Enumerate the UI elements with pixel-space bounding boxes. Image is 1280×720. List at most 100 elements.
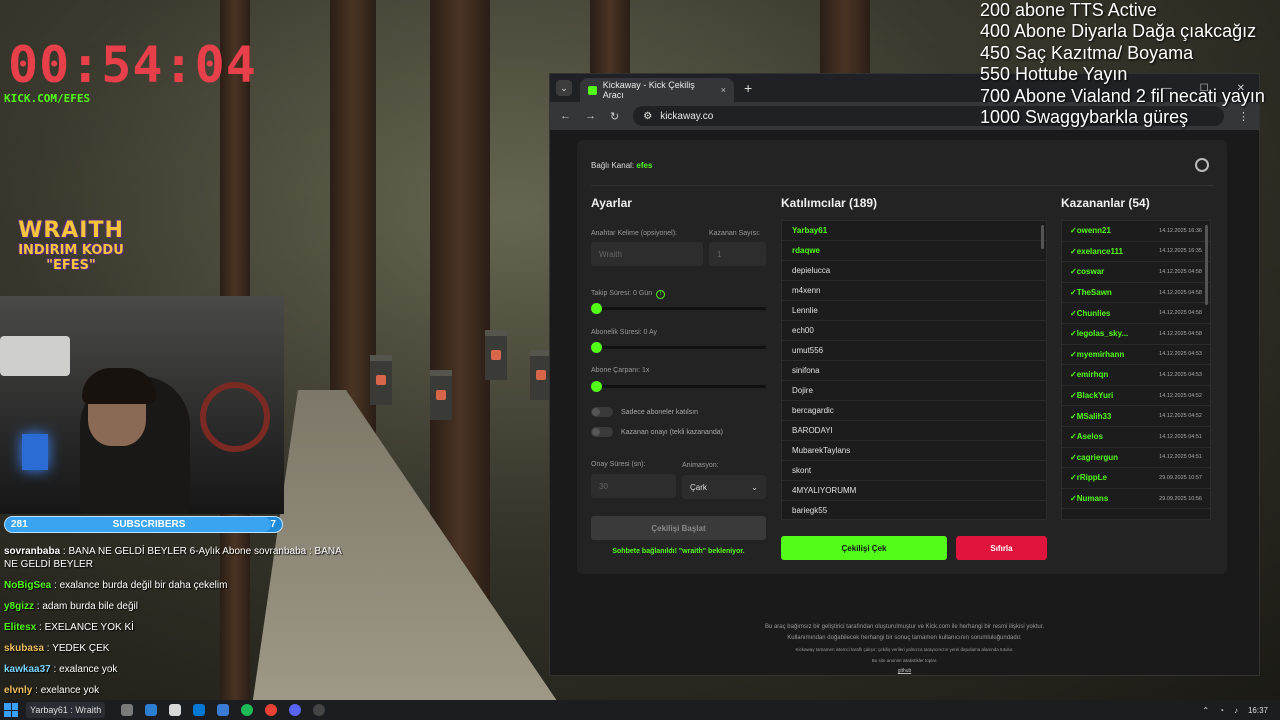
participant-row[interactable]: Dojire <box>782 381 1046 401</box>
participant-row[interactable]: rdaqwe <box>782 241 1046 261</box>
spotify-icon[interactable] <box>241 704 254 716</box>
sub-multiplier-slider[interactable] <box>591 381 766 392</box>
winner-name: ✓Aselos <box>1070 432 1103 442</box>
task-view-icon[interactable] <box>121 704 134 716</box>
explorer-icon[interactable] <box>217 704 230 716</box>
participant-row[interactable]: sinifona <box>782 361 1046 381</box>
keyword-input[interactable]: Wraith <box>591 242 703 266</box>
confirm-time-input[interactable]: 30 <box>591 474 676 498</box>
subs-only-toggle-row[interactable]: Sadece aboneler katılsın <box>591 407 698 417</box>
winner-name: ✓exelance111 <box>1070 246 1123 256</box>
discord-icon[interactable] <box>289 704 302 716</box>
scrollbar[interactable] <box>1205 225 1208 305</box>
participant-row[interactable]: depielucca <box>782 261 1046 281</box>
github-link[interactable]: github <box>550 666 1259 677</box>
winner-date: 14.12.2025 16:35 <box>1159 248 1202 255</box>
reset-button[interactable]: Sıfırla <box>956 536 1047 560</box>
sponsor-banner: WRAITH INDIRIM KODU "EFES" <box>12 218 130 273</box>
new-tab-button[interactable]: + <box>744 80 752 96</box>
url-text: kickaway.co <box>660 110 714 122</box>
obs-icon[interactable] <box>313 704 326 716</box>
volume-icon[interactable]: ♪ <box>1234 706 1238 715</box>
winner-row[interactable]: ✓MSalih33 14.12.2025 04:52 <box>1062 406 1210 427</box>
chat-username[interactable]: kawkaa37 <box>4 664 51 675</box>
taskbar: Yarbay61 : Wraith ⌃ ◔ ♪ 16:37 <box>0 700 1280 720</box>
start-giveaway-button[interactable]: Çekilişi Başlat <box>591 516 766 540</box>
clock[interactable]: 16:37 <box>1248 706 1268 715</box>
winner-row[interactable]: ✓TheSawn 14.12.2025 04:58 <box>1062 283 1210 304</box>
participant-row[interactable]: m4xenn <box>782 281 1046 301</box>
participants-list[interactable]: Yarbay61 rdaqwe depielucca m4xenn Lennlie ech… <box>781 220 1047 520</box>
check-icon: ✓ <box>1070 494 1077 504</box>
participant-row[interactable]: Lennlie <box>782 301 1046 321</box>
forward-button[interactable]: → <box>585 110 596 122</box>
reload-button[interactable]: ↻ <box>610 110 619 123</box>
winner-row[interactable]: ✓exelance111 14.12.2025 16:35 <box>1062 242 1210 263</box>
store-icon[interactable] <box>169 704 182 716</box>
chat-message: sovranbaba : BANA NE GELDİ BEYLER 6-Aylı… <box>4 546 342 570</box>
winner-row[interactable]: ✓Numans 29.09.2025 10:56 <box>1062 489 1210 510</box>
connected-channel: Bağlı Kanal: efes <box>591 161 652 170</box>
info-icon[interactable]: ! <box>656 290 666 299</box>
scrollbar[interactable] <box>1041 225 1044 249</box>
participant-row[interactable]: umut556 <box>782 341 1046 361</box>
participant-row[interactable]: bariegk55 <box>782 501 1046 519</box>
outlook-icon[interactable] <box>193 704 206 716</box>
winners-list[interactable]: ✓owenn21 14.12.2025 16:36 ✓exelance111 14.1… <box>1061 220 1211 520</box>
participant-row[interactable]: bercagardic <box>782 401 1046 421</box>
page-footer: Bu araç bağımsız bir geliştirici tarafın… <box>550 622 1259 677</box>
tab-close-icon[interactable]: × <box>721 85 726 95</box>
sub-duration-slider[interactable] <box>591 342 766 353</box>
edge-icon[interactable] <box>145 704 158 716</box>
winner-row[interactable]: ✓BlackYuri 14.12.2025 04:52 <box>1062 386 1210 407</box>
winner-row[interactable]: ✓Chunlies 14.12.2025 04:58 <box>1062 303 1210 324</box>
slider-handle[interactable] <box>591 303 602 314</box>
subscriber-label: SUBSCRIBERS <box>112 519 186 530</box>
slider-handle[interactable] <box>591 381 602 392</box>
chat-username[interactable]: Elitesx <box>4 622 36 633</box>
participant-row[interactable]: skont <box>782 461 1046 481</box>
participants-title: Katılımcılar (189) <box>781 196 878 210</box>
windows-start-icon[interactable] <box>4 703 18 717</box>
winner-row[interactable]: ✓cagriergun 14.12.2025 04:51 <box>1062 448 1210 469</box>
winner-count-input[interactable]: 1 <box>709 242 766 266</box>
tray-overflow-icon[interactable]: ⌃ <box>1202 706 1209 715</box>
taskbar-stream-label[interactable]: Yarbay61 : Wraith <box>26 702 106 718</box>
chrome-icon[interactable] <box>265 704 278 716</box>
winner-count-label: Kazanan Sayısı: <box>709 230 760 237</box>
winner-confirm-toggle[interactable] <box>591 427 613 437</box>
chat-username[interactable]: sovranbaba <box>4 546 60 557</box>
winner-row[interactable]: ✓coswar 14.12.2025 04:58 <box>1062 262 1210 283</box>
participant-row[interactable]: ech00 <box>782 321 1046 341</box>
confirm-time-label: Onay Süresi (sn): <box>591 461 646 468</box>
tab-search-button[interactable]: ⌄ <box>556 80 572 96</box>
slider-handle[interactable] <box>591 342 602 353</box>
participant-row[interactable]: Yarbay61 <box>782 221 1046 241</box>
winner-confirm-toggle-row[interactable]: Kazanan onayı (tekli kazananda) <box>591 427 723 437</box>
chat-message: Elitesx : EXELANCE YOK Kİ <box>4 622 134 633</box>
chat-username[interactable]: skubasa <box>4 643 44 654</box>
winner-row[interactable]: ✓emirhqn 14.12.2025 04:53 <box>1062 365 1210 386</box>
participant-row[interactable]: 4MYALIYORUMM <box>782 481 1046 501</box>
subs-only-toggle[interactable] <box>591 407 613 417</box>
chat-username[interactable]: elvnly <box>4 685 32 696</box>
draw-winner-button[interactable]: Çekilişi Çek <box>781 536 947 560</box>
participant-row[interactable]: MubarekTaylans <box>782 441 1046 461</box>
follow-duration-slider[interactable] <box>591 303 766 314</box>
chat-username[interactable]: y8gizz <box>4 601 34 612</box>
winner-name: ✓BlackYuri <box>1070 391 1114 401</box>
participant-row[interactable]: BARODAYI <box>782 421 1046 441</box>
network-icon[interactable]: ◔ <box>1219 706 1224 715</box>
winner-row[interactable]: ✓owenn21 14.12.2025 16:36 <box>1062 221 1210 242</box>
tree-trunk <box>820 0 870 80</box>
gear-icon[interactable] <box>1195 158 1209 172</box>
animation-select[interactable]: Çark ⌄ <box>682 475 766 499</box>
chat-username[interactable]: NoBigSea <box>4 580 51 591</box>
winner-row[interactable]: ✓rRippLe 29.09.2025 10:57 <box>1062 468 1210 489</box>
winner-row[interactable]: ✓legolas_sky... 14.12.2025 04:58 <box>1062 324 1210 345</box>
winner-row[interactable]: ✓myemirhann 14.12.2025 04:53 <box>1062 345 1210 366</box>
tab-kickaway[interactable]: Kickaway - Kick Çekiliş Aracı × <box>580 78 734 102</box>
site-info-icon[interactable]: ⚙ <box>643 111 652 122</box>
winner-row[interactable]: ✓Aselos 14.12.2025 04:51 <box>1062 427 1210 448</box>
back-button[interactable]: ← <box>560 110 571 122</box>
